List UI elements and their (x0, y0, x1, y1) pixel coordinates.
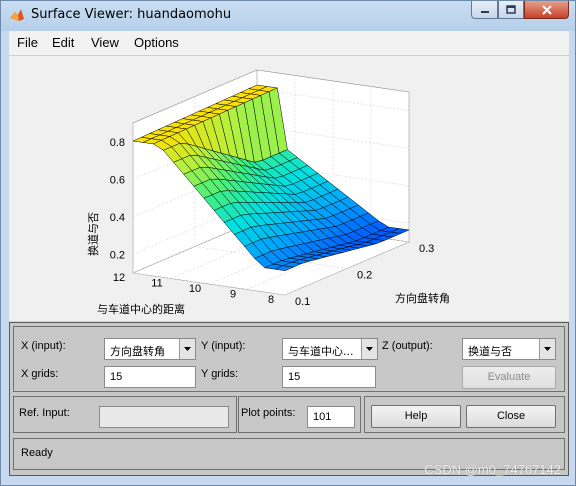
close-window-button[interactable] (524, 1, 569, 19)
minimize-button[interactable] (471, 1, 498, 19)
x-grids-field[interactable]: 15 (104, 366, 196, 388)
evaluate-button[interactable]: Evaluate (462, 366, 556, 389)
maximize-button[interactable] (498, 1, 524, 19)
z-output-select[interactable]: 换道与否 (462, 338, 556, 360)
x-grids-label: X grids: (21, 368, 59, 380)
z-tick-label: 0.8 (110, 137, 125, 149)
z-output-label: Z (output): (382, 340, 433, 352)
x-input-label: X (input): (21, 340, 66, 352)
minimize-icon (480, 10, 489, 13)
y-tick-label: 0.3 (419, 243, 434, 255)
z-axis-label: 换道与否 (86, 212, 100, 256)
status-text: Ready (21, 447, 53, 459)
plot-area[interactable]: 8 9 10 11 12 0.1 0.2 0.3 0.2 0.4 0.6 0.8 换道与否与车道中心的距… (9, 56, 569, 321)
title-bar: Surface Viewer: huandaomohu (1, 1, 575, 31)
z-tick-labels: 0.2 0.4 0.6 0.8 (110, 137, 125, 262)
x-input-select[interactable]: 方向盘转角 (104, 338, 196, 360)
control-panel: X (input): 方向盘转角 Y (input): 与车道中心... Z (… (9, 322, 569, 476)
close-button[interactable]: Close (466, 405, 556, 428)
chevron-down-icon (539, 339, 555, 359)
y-input-select[interactable]: 与车道中心... (282, 338, 378, 360)
menu-bar: File Edit View Options (9, 31, 569, 56)
x-tick-label: 10 (189, 283, 201, 295)
window-title: Surface Viewer: huandaomohu (31, 7, 232, 22)
y-grids-label: Y grids: (201, 368, 239, 380)
y-input-value: 与车道中心... (288, 345, 354, 358)
ref-input-label: Ref. Input: (19, 407, 70, 419)
x-tick-label: 12 (113, 272, 125, 284)
x-axis-label: 与车道中心的距离 (97, 302, 185, 316)
z-tick-label: 0.6 (110, 174, 125, 186)
z-tick-label: 0.4 (110, 212, 125, 224)
menu-options[interactable]: Options (134, 35, 179, 50)
window-controls (471, 1, 569, 21)
ref-input-field[interactable] (99, 406, 229, 428)
z-output-value: 换道与否 (468, 345, 512, 358)
plot-points-field[interactable]: 101 (307, 406, 355, 428)
y-grids-field[interactable]: 15 (282, 366, 376, 388)
chevron-down-icon (361, 339, 377, 359)
surface-plot[interactable]: 8 9 10 11 12 0.1 0.2 0.3 0.2 0.4 0.6 0.8 换道与否与车道中心的距… (9, 56, 569, 321)
x-tick-label: 8 (268, 294, 274, 306)
x-tick-label: 11 (151, 278, 162, 290)
watermark: CSDN @m0_74767142 (424, 462, 561, 477)
x-input-value: 方向盘转角 (110, 345, 165, 358)
menu-edit[interactable]: Edit (52, 35, 74, 50)
maximize-icon (506, 4, 516, 14)
y-axis-label: 方向盘转角 (395, 291, 450, 305)
z-tick-label: 0.2 (110, 249, 125, 261)
close-icon (541, 4, 552, 15)
menu-file[interactable]: File (17, 35, 38, 50)
plot-points-label: Plot points: (241, 407, 296, 419)
x-tick-label: 9 (230, 289, 236, 301)
surface-viewer-window: Surface Viewer: huandaomohu File Edit Vi… (0, 0, 576, 486)
matlab-logo-icon (10, 9, 24, 21)
menu-view[interactable]: View (91, 35, 119, 50)
y-input-label: Y (input): (201, 340, 246, 352)
chevron-down-icon (179, 339, 195, 359)
help-button[interactable]: Help (371, 405, 461, 428)
y-tick-label: 0.2 (357, 270, 372, 282)
y-tick-label: 0.1 (295, 296, 310, 308)
